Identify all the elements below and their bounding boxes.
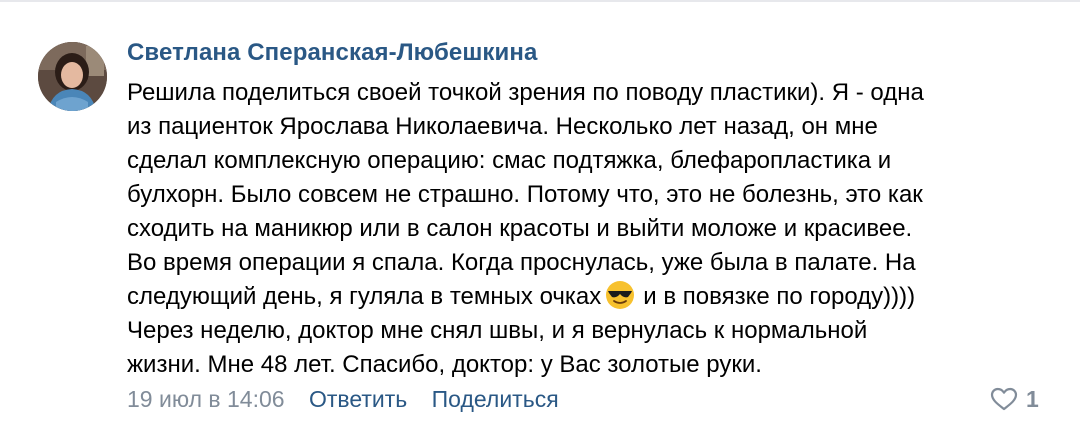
author-name[interactable]: Светлана Сперанская-Любешкина xyxy=(127,38,537,68)
comment-text-line-with-emoji: следующий день, я гуляла в темных очках … xyxy=(127,280,1027,314)
comment-text-line: Решила поделиться своей точкой зрения по… xyxy=(127,79,924,106)
share-button[interactable]: Поделиться xyxy=(432,386,559,412)
heart-icon xyxy=(990,387,1018,411)
comment-text-line: Во время операции я спала. Когда проснул… xyxy=(127,249,916,276)
avatar[interactable] xyxy=(38,42,107,111)
comment-text-line: сходить на маникюр или в салон красоты и… xyxy=(127,215,913,242)
likes-count: 1 xyxy=(1026,385,1039,412)
comment-text-fragment: и в повязке по городу)))) xyxy=(643,283,916,310)
comment-text-line: жизни. Мне 48 лет. Спасибо, доктор: у Ва… xyxy=(127,351,762,378)
comment-meta: 19 июл в 14:06 Ответить Поделиться xyxy=(127,384,559,414)
comment-text: Решила поделиться своей точкой зрения по… xyxy=(127,76,1027,382)
comment-text-line: из пациенток Ярослава Николаевича. Неско… xyxy=(127,113,878,140)
sunglasses-emoji-icon xyxy=(605,280,635,310)
reply-button[interactable]: Ответить xyxy=(309,386,407,412)
comment-text-line: сделал комплексную операцию: смас подтяж… xyxy=(127,147,892,174)
comment: Светлана Сперанская-Любешкина Решила под… xyxy=(0,2,1080,421)
comment-date[interactable]: 19 июл в 14:06 xyxy=(127,386,285,412)
comment-text-line: Через неделю, доктор мне снял швы, и я в… xyxy=(127,317,868,344)
comment-text-fragment: следующий день, я гуляла в темных очках xyxy=(127,283,602,310)
like-button[interactable]: 1 xyxy=(990,384,1039,414)
comment-text-line: булхорн. Было совсем не страшно. Потому … xyxy=(127,181,923,208)
